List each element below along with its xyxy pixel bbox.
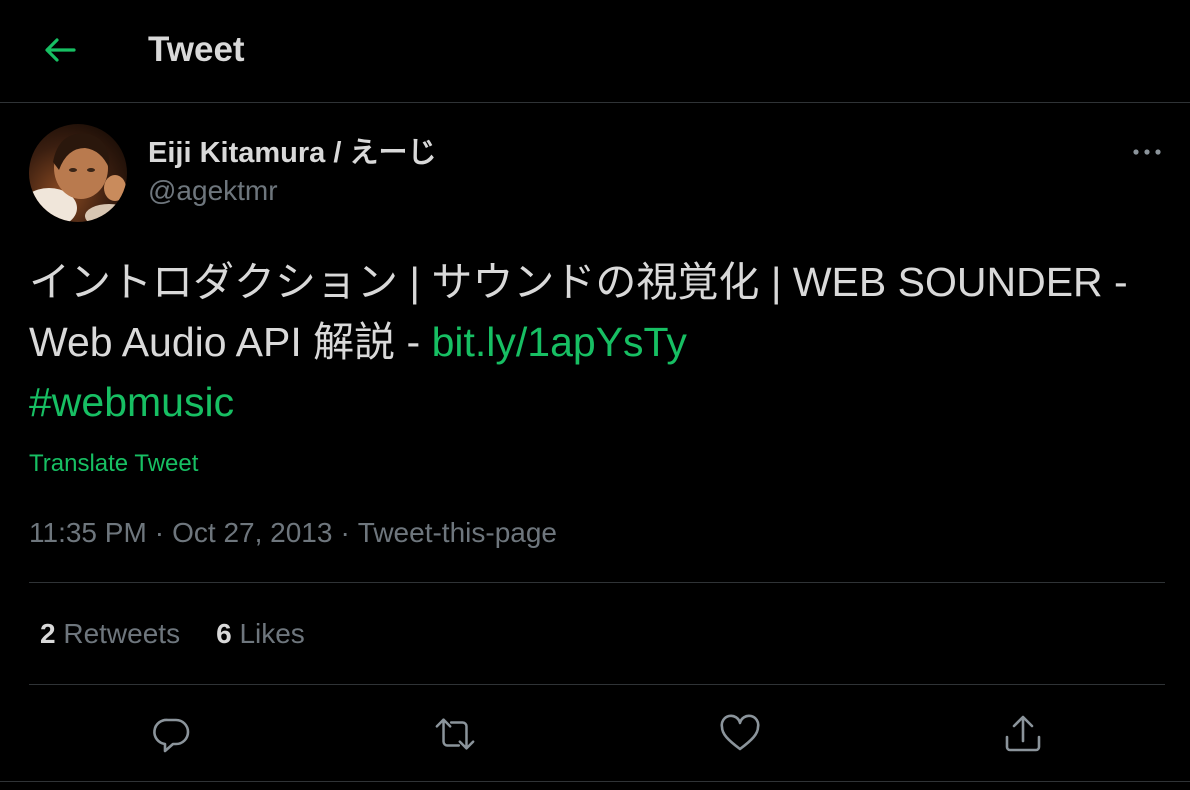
retweets-count: 2	[40, 618, 56, 649]
author-handle[interactable]: @agektmr	[148, 172, 278, 210]
tweet-stats: 2 Retweets 6 Likes	[40, 614, 341, 654]
divider	[29, 582, 1165, 583]
divider	[0, 781, 1190, 782]
divider	[29, 684, 1165, 685]
retweets-stat[interactable]: 2 Retweets	[40, 618, 180, 649]
retweets-label: Retweets	[63, 618, 181, 649]
tweet-date[interactable]: Oct 27, 2013	[172, 517, 332, 548]
back-button[interactable]	[38, 30, 82, 70]
share-button[interactable]	[1001, 712, 1045, 756]
arrow-left-icon	[45, 38, 76, 62]
tweet-time[interactable]: 11:35 PM	[29, 517, 147, 548]
page-title: Tweet	[148, 30, 245, 69]
reply-icon	[153, 718, 190, 753]
retweet-icon	[435, 718, 475, 750]
retweet-button[interactable]	[433, 712, 477, 756]
likes-count: 6	[216, 618, 232, 649]
translate-tweet-link[interactable]: Translate Tweet	[29, 448, 198, 480]
share-icon	[1005, 715, 1041, 752]
tweet-link[interactable]: bit.ly/1apYsTy	[432, 319, 687, 365]
more-options-button[interactable]	[1124, 136, 1170, 168]
tweet-text: イントロダクション | サウンドの視覚化 | WEB SOUNDER - Web…	[29, 252, 1169, 432]
top-bar: Tweet	[0, 0, 1190, 103]
likes-label: Likes	[239, 618, 305, 649]
tweet-hashtag[interactable]: #webmusic	[29, 379, 234, 425]
like-button[interactable]	[718, 712, 762, 756]
separator-dot: ·	[340, 517, 350, 548]
tweet-metadata: 11:35 PM · Oct 27, 2013 · Tweet-this-page	[29, 514, 557, 552]
tweet-source[interactable]: Tweet-this-page	[358, 517, 557, 548]
author-display-name[interactable]: Eiji Kitamura / えーじ	[148, 134, 436, 172]
more-horizontal-icon	[1133, 149, 1161, 155]
avatar[interactable]	[29, 124, 127, 222]
reply-button[interactable]	[150, 712, 194, 756]
separator-dot: ·	[154, 517, 165, 548]
likes-stat[interactable]: 6 Likes	[216, 618, 305, 649]
like-icon	[720, 714, 760, 751]
